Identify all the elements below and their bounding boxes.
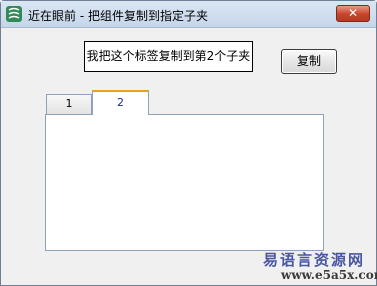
title-bar[interactable]: 近在眼前 - 把组件复制到指定子夹 ✕ [1,1,376,28]
tag-label: 我把这个标签复制到第2个子夹 [84,41,253,72]
main-window: 近在眼前 - 把组件复制到指定子夹 ✕ 我把这个标签复制到第2个子夹 复制 1 … [0,0,377,286]
app-logo-icon [5,5,23,23]
watermark-site-name: 易语言资源网 [263,251,366,269]
tab-panel [45,114,324,251]
tab-2[interactable]: 2 [92,90,149,115]
window-title: 近在眼前 - 把组件复制到指定子夹 [28,9,208,23]
tab-2-label: 2 [117,96,124,109]
watermark-url: www.e5a5x.com [281,268,377,282]
tab-1[interactable]: 1 [46,94,92,114]
close-button[interactable]: ✕ [336,5,370,22]
copy-button[interactable]: 复制 [281,49,337,74]
tab-1-label: 1 [65,97,73,110]
close-icon: ✕ [347,6,359,20]
